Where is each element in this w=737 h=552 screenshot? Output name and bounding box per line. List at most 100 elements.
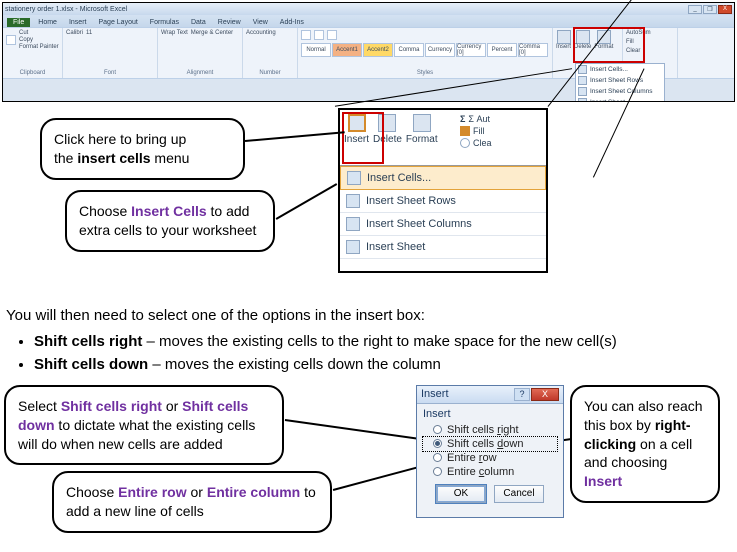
close-button[interactable]: X xyxy=(718,5,732,14)
format-painter-button[interactable]: Format Painter xyxy=(19,44,59,50)
opt-label: Shift cells right xyxy=(447,424,519,436)
group-label: Styles xyxy=(301,70,549,76)
tab-home[interactable]: Home xyxy=(34,18,61,27)
dd-insert-sheet[interactable]: Insert Sheet xyxy=(576,97,664,102)
ribbon-tabs: File Home Insert Page Layout Formulas Da… xyxy=(3,15,734,27)
text: or xyxy=(187,484,207,500)
style-currency0[interactable]: Currency [0] xyxy=(456,43,486,57)
minimize-button[interactable]: _ xyxy=(688,5,702,14)
copy-button[interactable]: Copy xyxy=(19,37,59,43)
merge-center-button[interactable]: Merge & Center xyxy=(191,30,233,36)
style-comma[interactable]: Comma xyxy=(394,43,424,57)
tab-insert[interactable]: Insert xyxy=(65,18,91,27)
autosum-label[interactable]: Σ Aut xyxy=(468,114,490,124)
opt-label: Entire row xyxy=(447,452,497,464)
paste-icon[interactable] xyxy=(6,35,16,45)
pointer-line xyxy=(276,183,337,219)
dd-insert-rows[interactable]: Insert Sheet Rows xyxy=(576,75,664,86)
lower-section: Select Shift cells right or Shift cells … xyxy=(0,385,737,530)
cut-button[interactable]: Cut xyxy=(19,30,59,36)
columns-icon xyxy=(578,87,587,96)
opt-name: Shift cells down xyxy=(34,356,152,373)
pointer-line xyxy=(285,419,434,441)
excel-window: stationery order 1.xlsx - Microsoft Exce… xyxy=(2,2,735,102)
style-normal[interactable]: Normal xyxy=(301,43,331,57)
intro-line: You will then need to select one of the … xyxy=(6,306,731,326)
cancel-button[interactable]: Cancel xyxy=(494,485,544,503)
zoom-editing: ΣΣ Aut Fill Clea xyxy=(458,110,546,165)
window-title: stationery order 1.xlsx - Microsoft Exce… xyxy=(5,6,127,13)
fill-icon xyxy=(460,126,470,136)
radio-icon xyxy=(433,453,442,462)
group-label: Number xyxy=(246,70,294,76)
menu-insert-columns[interactable]: Insert Sheet Columns xyxy=(340,213,546,236)
menu-insert-cells[interactable]: Insert Cells... xyxy=(340,166,546,190)
tab-page-layout[interactable]: Page Layout xyxy=(94,18,141,27)
style-comma0[interactable]: Comma [0] xyxy=(518,43,548,57)
dialog-body: Insert Shift cells right Shift cells dow… xyxy=(417,404,563,507)
rows-icon xyxy=(346,194,360,208)
dd-insert-cells[interactable]: Insert Cells... xyxy=(576,64,664,75)
group-number: Accounting Number xyxy=(243,28,298,78)
callout-choose-insert-cells: Choose Insert Cells to add extra cells t… xyxy=(65,190,275,252)
pointer-line xyxy=(245,131,345,141)
text: Choose xyxy=(79,203,131,219)
menu-insert-sheet[interactable]: Insert Sheet xyxy=(340,236,546,259)
wrap-text-button[interactable]: Wrap Text xyxy=(161,30,188,36)
radio-icon xyxy=(433,439,442,448)
opt-entire-column[interactable]: Entire column xyxy=(423,465,557,479)
style-accent2[interactable]: Accent2 xyxy=(363,43,393,57)
dd-label: Insert Sheet Rows xyxy=(590,77,643,84)
style-currency[interactable]: Currency xyxy=(425,43,455,57)
font-name[interactable]: Calibri xyxy=(66,30,83,36)
tab-addins[interactable]: Add-Ins xyxy=(276,18,308,27)
menu-label: Insert Sheet Columns xyxy=(366,218,472,230)
text-highlight: Insert Cells xyxy=(131,203,206,219)
group-label: Clipboard xyxy=(6,70,59,76)
font-size[interactable]: 11 xyxy=(86,30,92,36)
file-tab[interactable]: File xyxy=(7,18,30,27)
style-accent1[interactable]: Accent1 xyxy=(332,43,362,57)
insert-button[interactable]: Insert xyxy=(556,30,571,50)
text-highlight: Entire row xyxy=(118,484,186,500)
cell-styles-icon[interactable] xyxy=(327,30,337,40)
text: the xyxy=(54,150,77,166)
cells-icon xyxy=(347,171,361,185)
opt-label: Shift cells down xyxy=(447,438,523,450)
tab-data[interactable]: Data xyxy=(187,18,210,27)
text: to dictate what the existing cells will … xyxy=(18,417,255,452)
opt-name: Shift cells right xyxy=(34,333,147,350)
tab-formulas[interactable]: Formulas xyxy=(146,18,183,27)
format-as-table-icon[interactable] xyxy=(314,30,324,40)
style-percent[interactable]: Percent xyxy=(487,43,517,57)
mid-section: Insert Delete Format ΣΣ Aut Fill Clea In… xyxy=(0,108,737,298)
tab-review[interactable]: Review xyxy=(214,18,245,27)
maximize-button[interactable]: ❐ xyxy=(703,5,717,14)
zoom-format-button[interactable]: Format xyxy=(406,114,438,145)
opt-entire-row[interactable]: Entire row xyxy=(423,451,557,465)
dd-insert-columns[interactable]: Insert Sheet Columns xyxy=(576,86,664,97)
ok-button[interactable]: OK xyxy=(436,485,486,503)
help-button[interactable]: ? xyxy=(514,388,530,401)
fill-label[interactable]: Fill xyxy=(473,126,485,136)
zoom-insert-menu: Insert Cells... Insert Sheet Rows Insert… xyxy=(340,166,546,259)
text-highlight: Entire column xyxy=(207,484,300,500)
text: or xyxy=(162,398,182,414)
menu-insert-rows[interactable]: Insert Sheet Rows xyxy=(340,190,546,213)
menu-label: Insert Cells... xyxy=(367,172,431,184)
opt-shift-down[interactable]: Shift cells down xyxy=(423,437,557,451)
sigma-icon: Σ xyxy=(460,114,465,124)
callout-shift-cells: Select Shift cells right or Shift cells … xyxy=(4,385,284,466)
tab-view[interactable]: View xyxy=(249,18,272,27)
clear-icon xyxy=(460,138,470,148)
close-button[interactable]: X xyxy=(531,388,559,401)
group-styles: Normal Accent1 Accent2 Comma Currency Cu… xyxy=(298,28,553,78)
zoom-format-label: Format xyxy=(406,134,438,145)
menu-label: Insert Sheet xyxy=(366,241,425,253)
opt-shift-right[interactable]: Shift cells right xyxy=(423,423,557,437)
conditional-formatting-icon[interactable] xyxy=(301,30,311,40)
sheet-icon xyxy=(346,240,360,254)
clear-label[interactable]: Clea xyxy=(473,138,492,148)
number-format[interactable]: Accounting xyxy=(246,30,276,36)
opt-desc: – moves the existing cells down the colu… xyxy=(152,356,440,373)
